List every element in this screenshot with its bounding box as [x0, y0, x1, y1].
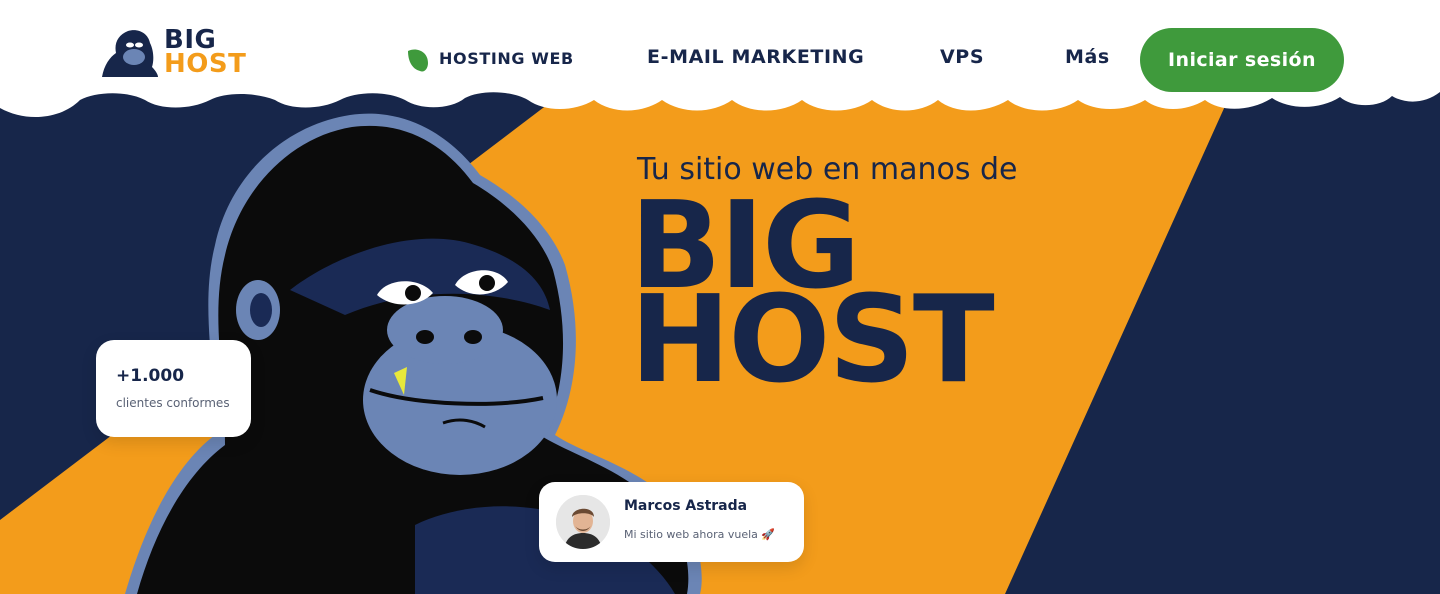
testimonial-text: Mi sitio web ahora vuela 🚀 [624, 528, 776, 541]
nav-vps[interactable]: VPS [940, 46, 984, 68]
avatar [556, 495, 610, 549]
nav-hosting-web[interactable]: HOSTING WEB [439, 49, 574, 68]
gorilla-logo-icon [102, 30, 158, 77]
testimonial-name: Marcos Astrada [624, 498, 748, 514]
testimonial-card: Marcos Astrada Mi sitio web ahora vuela … [539, 482, 804, 562]
hero-headline: BIG HOST [630, 187, 995, 410]
avatar-portrait-icon [556, 495, 610, 549]
login-button[interactable]: Iniciar sesión [1140, 28, 1344, 92]
nav-email-marketing[interactable]: E-MAIL MARKETING [647, 46, 864, 68]
stat-value: +1.000 [116, 366, 185, 386]
site-header: BIG HOST HOSTING WEB E-MAIL MARKETING VP… [0, 0, 1440, 118]
leaf-icon [408, 49, 428, 72]
stat-label: clientes conformes [116, 396, 230, 410]
clients-stat-card: +1.000 clientes conformes [96, 340, 251, 437]
brand-wordmark: BIG HOST [164, 27, 247, 79]
nav-more[interactable]: Más [1065, 46, 1110, 68]
brand-line2: HOST [164, 49, 247, 79]
brand-logo[interactable]: BIG HOST [100, 26, 246, 78]
hero-headline-line2: HOST [630, 271, 995, 410]
